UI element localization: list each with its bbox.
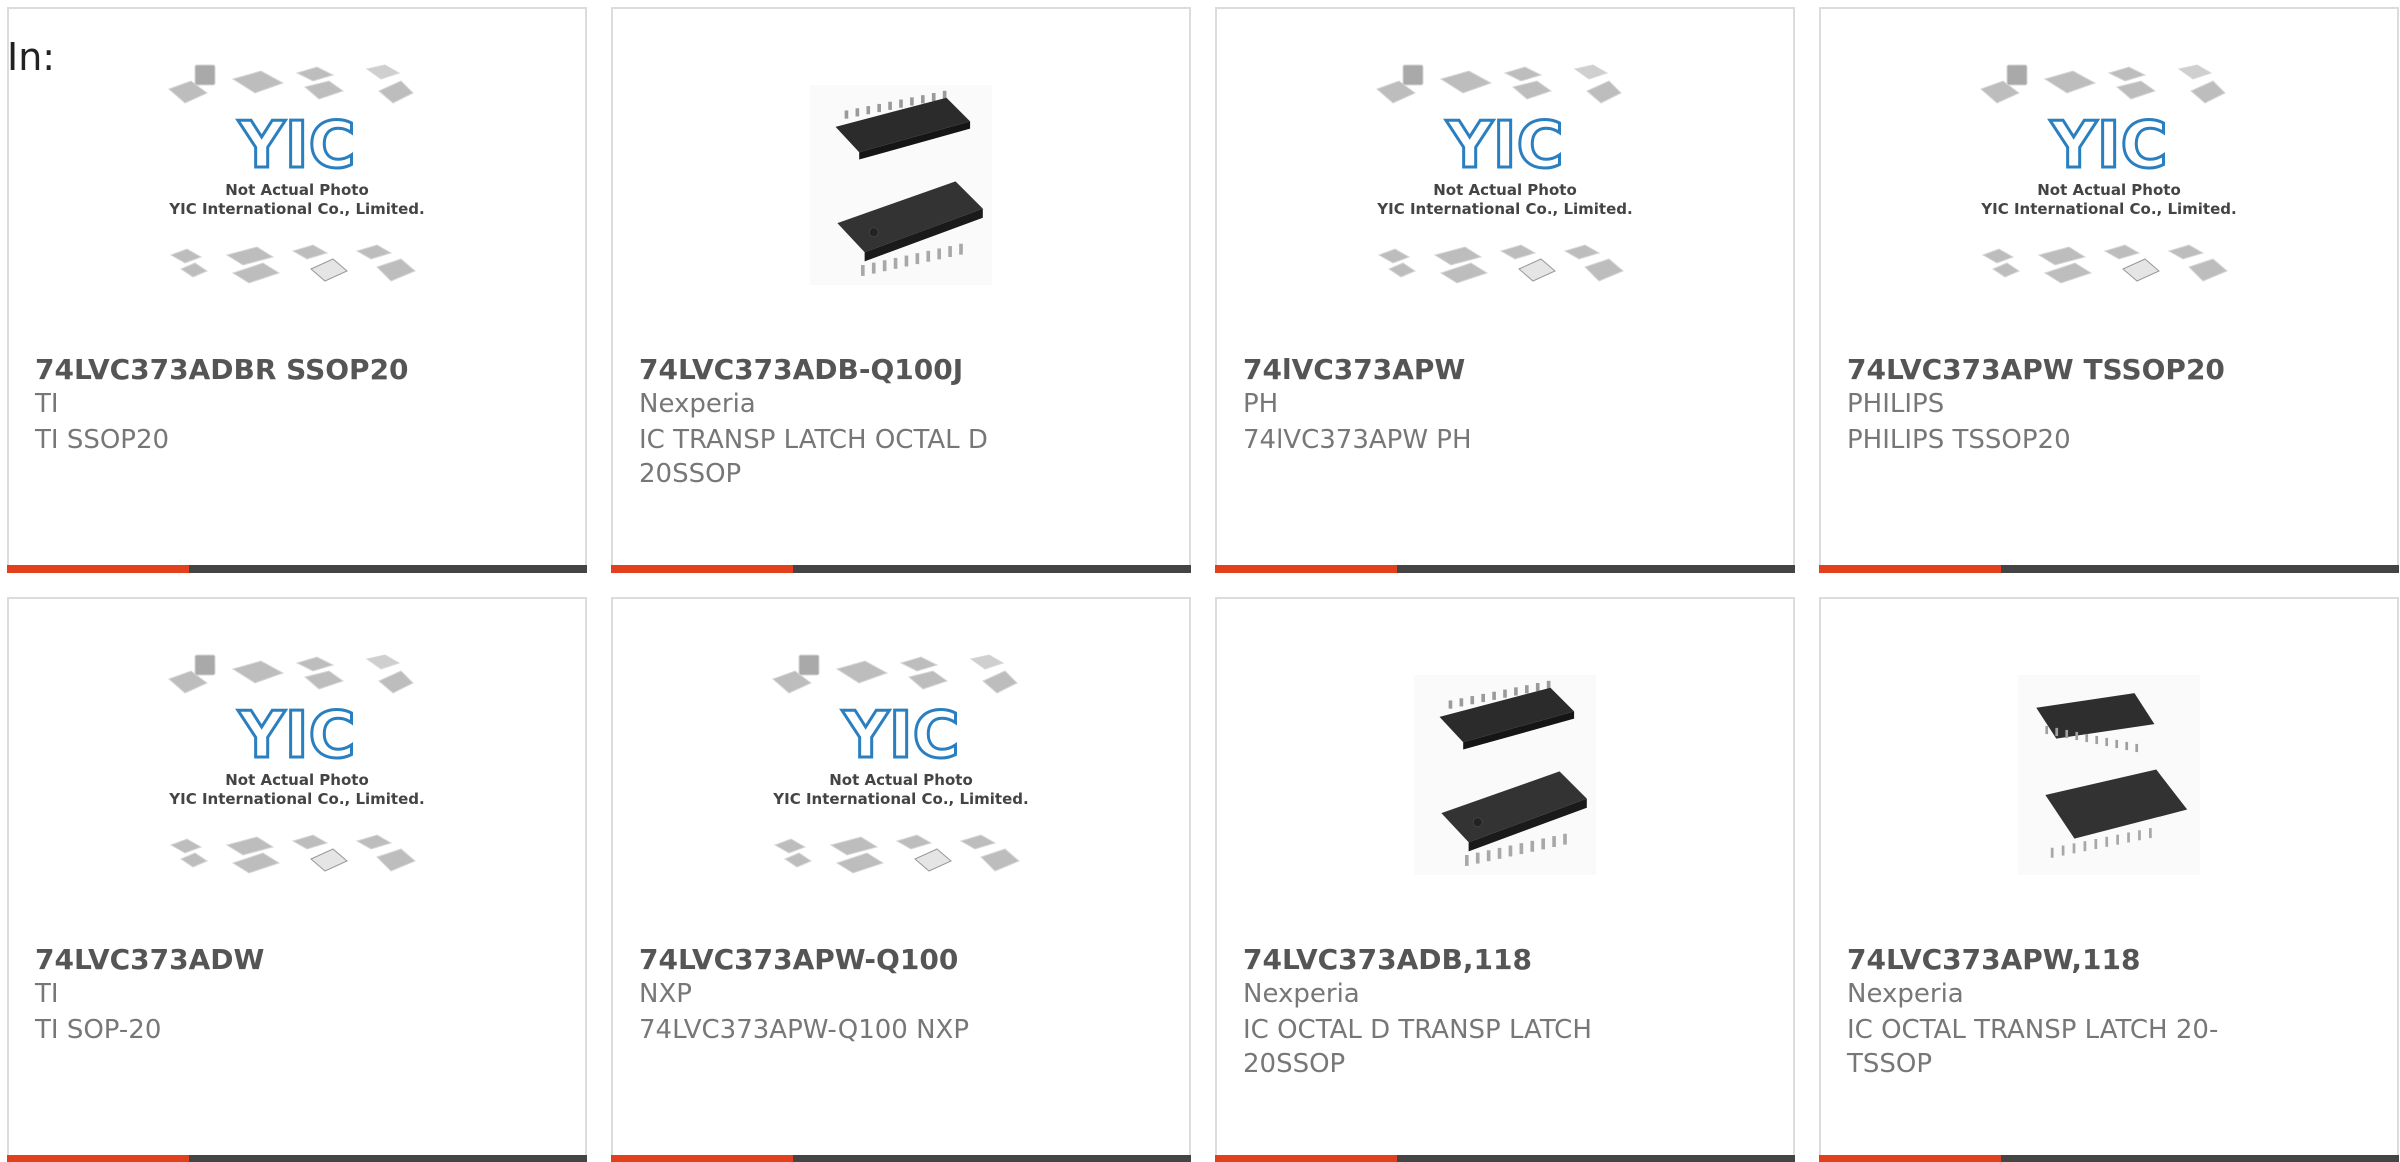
svg-text:YIC: YIC <box>2049 109 2167 183</box>
product-name-link[interactable]: 74LVC373ADB,118 <box>1243 943 1532 976</box>
product-description: TI SSOP20 <box>35 425 170 455</box>
product-card[interactable]: YIC Not Actual Photo YIC International C… <box>1819 7 2399 573</box>
svg-text:Not Actual Photo: Not Actual Photo <box>2037 181 2181 199</box>
card-accent-bar <box>1819 1155 2001 1162</box>
product-name-link[interactable]: 74lVC373APW <box>1243 353 1465 386</box>
card-bottom-bar <box>7 1155 587 1162</box>
product-manufacturer: NXP <box>639 979 692 1009</box>
svg-text:YIC International Co., Limited: YIC International Co., Limited. <box>1376 200 1632 218</box>
product-card[interactable]: YIC Not Actual Photo YIC International C… <box>7 7 587 573</box>
product-manufacturer: TI <box>35 389 59 419</box>
svg-text:Not Actual Photo: Not Actual Photo <box>1433 181 1577 199</box>
product-name-link[interactable]: 74LVC373ADW <box>35 943 264 976</box>
product-description: TI SOP-20 <box>35 1015 162 1045</box>
product-name-link[interactable]: 74LVC373ADBR SSOP20 <box>35 353 409 386</box>
product-card[interactable]: YIC Not Actual Photo YIC International C… <box>1215 7 1795 573</box>
product-card[interactable]: 74LVC373ADB-Q100J Nexperia IC TRANSP LAT… <box>611 7 1191 573</box>
ssop-chip-photo <box>810 85 992 285</box>
ssop-chip-photo <box>1414 675 1596 875</box>
svg-text:YIC: YIC <box>841 699 959 773</box>
svg-text:Not Actual Photo: Not Actual Photo <box>829 771 973 789</box>
card-bottom-bar <box>7 565 587 573</box>
product-image[interactable]: YIC Not Actual Photo YIC International C… <box>9 59 585 351</box>
card-accent-bar <box>1819 565 2001 573</box>
product-description: PHILIPS TSSOP20 <box>1847 425 2071 455</box>
product-description: IC TRANSP LATCH OCTAL D 20SSOP <box>639 425 988 489</box>
product-image[interactable]: YIC Not Actual Photo YIC International C… <box>613 649 1189 941</box>
product-grid-page: In: YIC Not Actual Photo YIC Internation… <box>0 0 2400 1162</box>
yic-placeholder-icon: YIC Not Actual Photo YIC International C… <box>168 654 425 874</box>
product-image[interactable] <box>1217 649 1793 967</box>
product-name-link[interactable]: 74LVC373APW,118 <box>1847 943 2141 976</box>
card-accent-bar <box>611 565 793 573</box>
yic-placeholder-icon: YIC Not Actual Photo YIC International C… <box>1376 64 1633 284</box>
product-image[interactable]: YIC Not Actual Photo YIC International C… <box>1821 59 2397 351</box>
product-manufacturer: PH <box>1243 389 1279 419</box>
product-name-link[interactable]: 74LVC373APW TSSOP20 <box>1847 353 2225 386</box>
card-bottom-bar <box>611 565 1191 573</box>
card-accent-bar <box>7 1155 189 1162</box>
product-image[interactable]: YIC Not Actual Photo YIC International C… <box>9 649 585 941</box>
svg-text:YIC: YIC <box>237 109 355 183</box>
card-accent-bar <box>611 1155 793 1162</box>
product-card[interactable]: 74LVC373ADB,118 Nexperia IC OCTAL D TRAN… <box>1215 597 1795 1162</box>
svg-text:YIC: YIC <box>237 699 355 773</box>
product-name-link[interactable]: 74LVC373APW-Q100 <box>639 943 958 976</box>
card-bottom-bar <box>1215 1155 1795 1162</box>
card-accent-bar <box>1215 1155 1397 1162</box>
svg-text:YIC International Co., Limited: YIC International Co., Limited. <box>772 790 1028 808</box>
yic-placeholder-icon: YIC Not Actual Photo YIC International C… <box>1980 64 2237 284</box>
yic-placeholder-icon: YIC Not Actual Photo YIC International C… <box>772 654 1029 874</box>
product-manufacturer: Nexperia <box>1243 979 1360 1009</box>
yic-placeholder-icon: YIC Not Actual Photo YIC International C… <box>168 64 425 284</box>
card-bottom-bar <box>1819 565 2399 573</box>
product-description: IC OCTAL D TRANSP LATCH 20SSOP <box>1243 1015 1592 1079</box>
product-card[interactable]: 74LVC373APW,118 Nexperia IC OCTAL TRANSP… <box>1819 597 2399 1162</box>
product-image[interactable] <box>613 59 1189 377</box>
svg-text:YIC International Co., Limited: YIC International Co., Limited. <box>168 790 424 808</box>
product-description: 74LVC373APW-Q100 NXP <box>639 1015 970 1045</box>
card-bottom-bar <box>611 1155 1191 1162</box>
product-card[interactable]: YIC Not Actual Photo YIC International C… <box>611 597 1191 1162</box>
svg-text:Not Actual Photo: Not Actual Photo <box>225 771 369 789</box>
product-name-link[interactable]: 74LVC373ADB-Q100J <box>639 353 963 386</box>
product-manufacturer: PHILIPS <box>1847 389 1945 419</box>
product-manufacturer: TI <box>35 979 59 1009</box>
product-manufacturer: Nexperia <box>1847 979 1964 1009</box>
product-image[interactable] <box>1821 649 2397 967</box>
svg-text:YIC International Co., Limited: YIC International Co., Limited. <box>1980 200 2236 218</box>
product-card[interactable]: YIC Not Actual Photo YIC International C… <box>7 597 587 1162</box>
card-bottom-bar <box>1215 565 1795 573</box>
in-label: In: <box>7 35 56 79</box>
tssop-chip-photo <box>2018 675 2200 875</box>
card-bottom-bar <box>1819 1155 2399 1162</box>
svg-text:YIC International Co., Limited: YIC International Co., Limited. <box>168 200 424 218</box>
card-accent-bar <box>7 565 189 573</box>
product-image[interactable]: YIC Not Actual Photo YIC International C… <box>1217 59 1793 351</box>
product-description: IC OCTAL TRANSP LATCH 20-TSSOP <box>1847 1015 2219 1079</box>
svg-text:YIC: YIC <box>1445 109 1563 183</box>
svg-text:Not Actual Photo: Not Actual Photo <box>225 181 369 199</box>
card-accent-bar <box>1215 565 1397 573</box>
product-description: 74lVC373APW PH <box>1243 425 1472 455</box>
product-manufacturer: Nexperia <box>639 389 756 419</box>
